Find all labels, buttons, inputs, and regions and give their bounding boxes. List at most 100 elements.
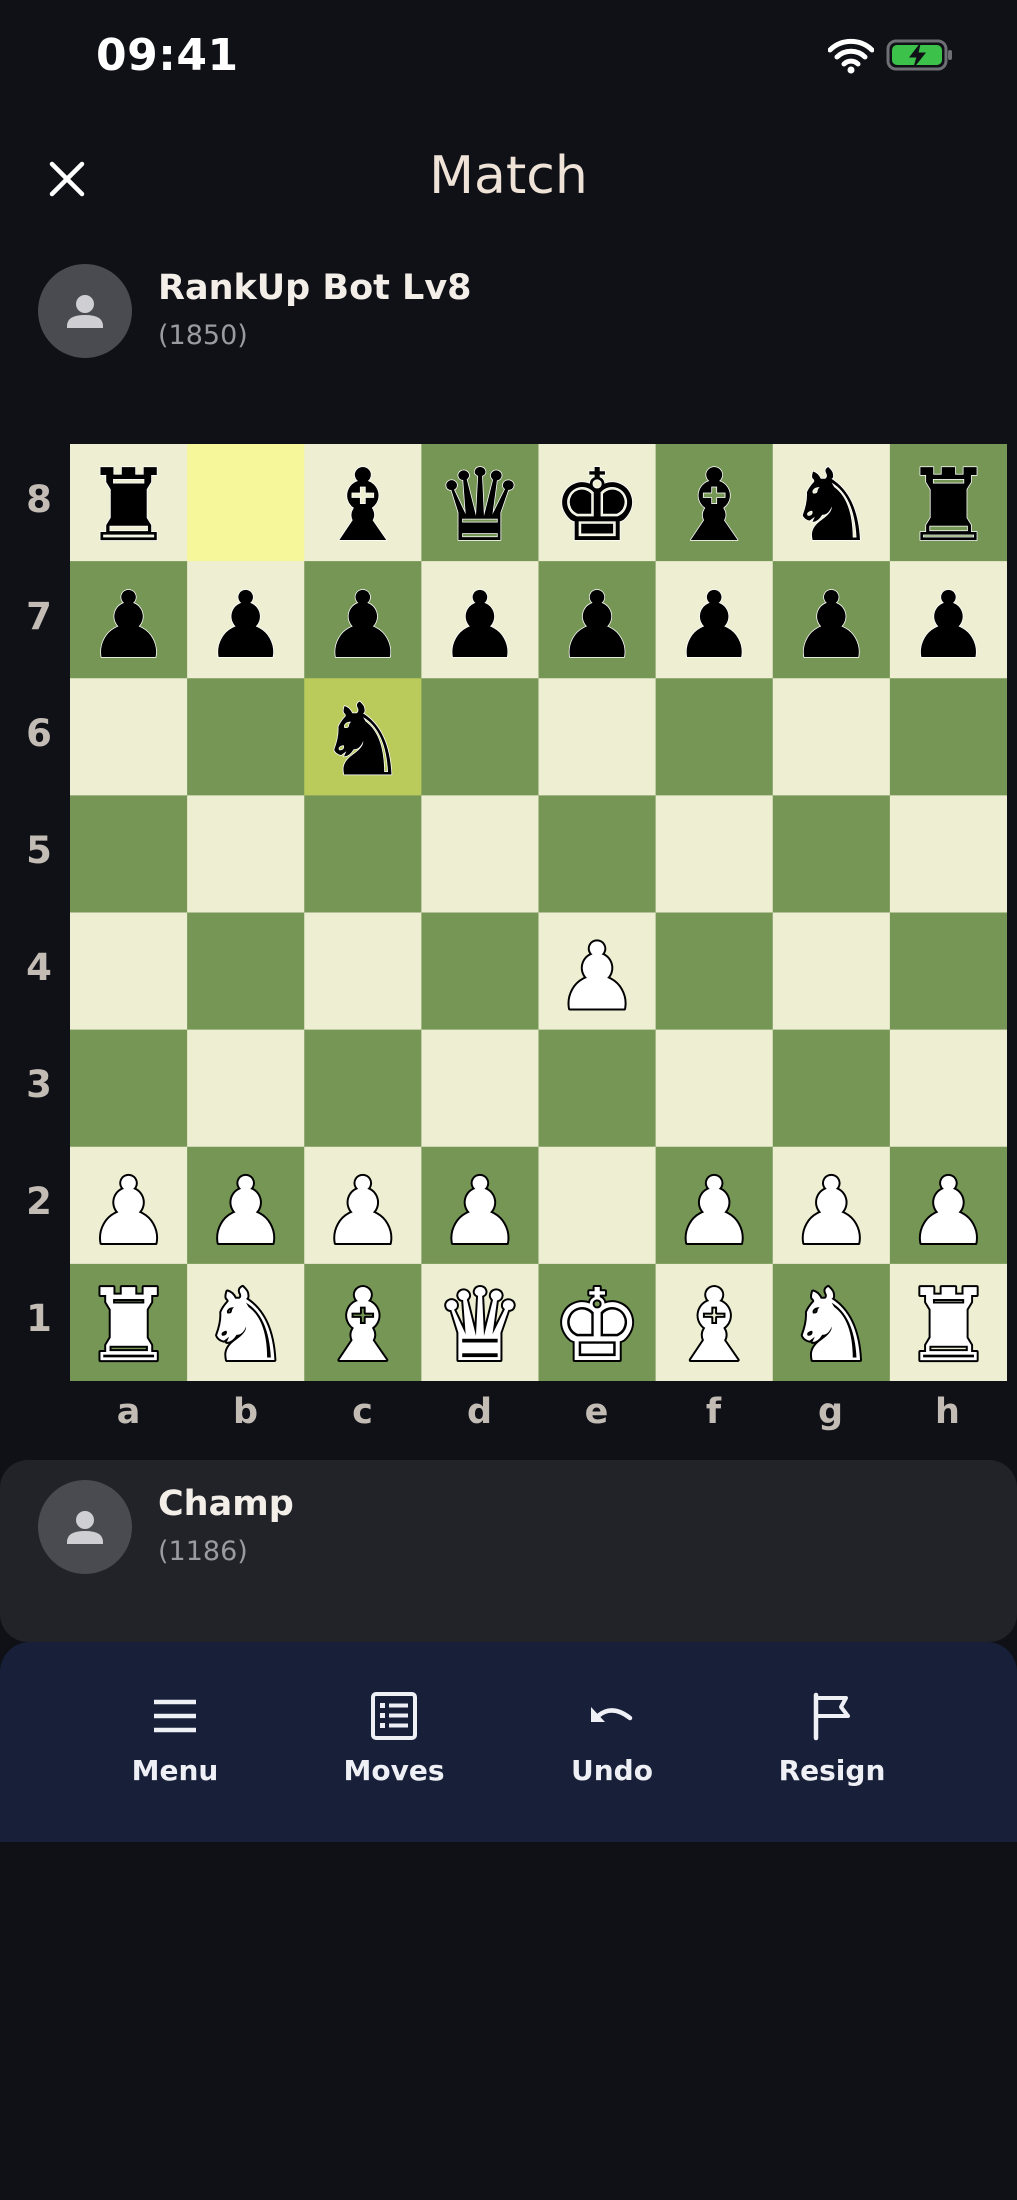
- square-b8[interactable]: [187, 444, 305, 562]
- resign-label: Resign: [778, 1754, 886, 1787]
- file-label-g: g: [817, 1392, 844, 1432]
- page-title: Match: [429, 146, 588, 206]
- opponent-avatar: [38, 264, 132, 358]
- square-d4[interactable]: [421, 912, 539, 1031]
- moves-list-icon: [371, 1692, 417, 1740]
- moves-button[interactable]: Moves: [304, 1690, 484, 1787]
- white-pawn-g2[interactable]: ♟: [788, 1156, 874, 1267]
- white-pawn-b2[interactable]: ♟: [202, 1156, 288, 1267]
- rank-label-1: 1: [26, 1297, 52, 1340]
- white-pawn-e4[interactable]: ♟: [554, 922, 640, 1033]
- square-e6[interactable]: [538, 678, 657, 796]
- black-knight-g8[interactable]: ♞: [786, 446, 877, 564]
- black-pawn-f7[interactable]: ♟: [672, 571, 756, 680]
- square-a6[interactable]: [70, 678, 188, 796]
- black-rook-h8[interactable]: ♜: [903, 446, 994, 564]
- square-b5[interactable]: [187, 795, 305, 913]
- white-pawn-c2[interactable]: ♟: [320, 1156, 406, 1267]
- black-pawn-h7[interactable]: ♟: [906, 571, 990, 680]
- undo-label: Undo: [571, 1754, 653, 1787]
- black-pawn-a7[interactable]: ♟: [87, 571, 171, 680]
- square-b4[interactable]: [187, 912, 305, 1031]
- square-b6[interactable]: [187, 678, 305, 796]
- rank-label-2: 2: [26, 1180, 52, 1223]
- menu-button[interactable]: Menu: [85, 1690, 265, 1787]
- square-f6[interactable]: [655, 678, 774, 796]
- file-label-a: a: [116, 1392, 141, 1432]
- square-h4[interactable]: [889, 912, 1007, 1031]
- flag-icon: [813, 1692, 850, 1741]
- black-bishop-c8[interactable]: ♝: [317, 446, 408, 564]
- square-c3[interactable]: [304, 1029, 422, 1148]
- resign-button[interactable]: Resign: [742, 1690, 922, 1787]
- file-label-f: f: [705, 1392, 722, 1432]
- file-label-d: d: [466, 1392, 493, 1432]
- square-h6[interactable]: [889, 678, 1007, 796]
- black-knight-c6[interactable]: ♞: [317, 681, 408, 800]
- white-knight-b1[interactable]: ♞: [199, 1265, 293, 1381]
- black-pawn-b7[interactable]: ♟: [204, 571, 288, 680]
- player-avatar: [38, 1480, 132, 1574]
- player-panel: [0, 1460, 1017, 1642]
- menu-label: Menu: [131, 1754, 219, 1787]
- white-pawn-a2[interactable]: ♟: [85, 1156, 171, 1267]
- file-label-c: c: [352, 1392, 373, 1432]
- white-pawn-f2[interactable]: ♟: [671, 1156, 757, 1267]
- player-name: Champ: [158, 1484, 294, 1524]
- square-e5[interactable]: [538, 795, 657, 913]
- square-g3[interactable]: [772, 1029, 891, 1148]
- black-pawn-e7[interactable]: ♟: [555, 571, 639, 680]
- undo-icon: [591, 1707, 633, 1722]
- white-rook-a1[interactable]: ♜: [82, 1265, 176, 1381]
- square-h3[interactable]: [889, 1029, 1007, 1148]
- menu-icon: [154, 1699, 196, 1733]
- square-f3[interactable]: [655, 1029, 774, 1148]
- square-b3[interactable]: [187, 1029, 305, 1148]
- rank-label-6: 6: [26, 712, 52, 755]
- opponent-name: RankUp Bot Lv8: [158, 268, 472, 308]
- white-pawn-d2[interactable]: ♟: [437, 1156, 523, 1267]
- person-icon: [67, 1511, 103, 1544]
- square-e2[interactable]: [538, 1146, 657, 1265]
- rank-label-7: 7: [26, 595, 52, 638]
- square-h5[interactable]: [889, 795, 1007, 913]
- black-rook-a8[interactable]: ♜: [83, 446, 174, 564]
- rank-label-4: 4: [26, 946, 52, 989]
- battery-charging-icon: [886, 39, 952, 71]
- square-g4[interactable]: [772, 912, 891, 1031]
- square-g6[interactable]: [772, 678, 891, 796]
- white-queen-d1[interactable]: ♛: [433, 1265, 527, 1381]
- square-a4[interactable]: [70, 912, 188, 1031]
- black-pawn-g7[interactable]: ♟: [789, 571, 873, 680]
- black-king-e8[interactable]: ♚: [551, 446, 642, 564]
- black-queen-d8[interactable]: ♛: [434, 446, 525, 564]
- rank-label-8: 8: [26, 478, 52, 521]
- square-g5[interactable]: [772, 795, 891, 913]
- square-d5[interactable]: [421, 795, 539, 913]
- black-pawn-c7[interactable]: ♟: [321, 571, 405, 680]
- person-icon: [67, 295, 103, 328]
- white-rook-h1[interactable]: ♜: [902, 1265, 996, 1381]
- white-king-e1[interactable]: ♚: [550, 1265, 644, 1381]
- white-bishop-c1[interactable]: ♝: [316, 1265, 410, 1381]
- square-d3[interactable]: [421, 1029, 539, 1148]
- square-c5[interactable]: [304, 795, 422, 913]
- white-bishop-f1[interactable]: ♝: [667, 1265, 761, 1381]
- white-pawn-h2[interactable]: ♟: [905, 1156, 991, 1267]
- square-e3[interactable]: [538, 1029, 657, 1148]
- square-a3[interactable]: [70, 1029, 188, 1148]
- chess-board[interactable]: ♜ ♝ ♛ ♚ ♝ ♞ ♜♟ ♟ ♟ ♟ ♟ ♟ ♟ ♟♞♟♟ ♟ ♟ ♟ ♟ ♟ ♟♜ ♞ ♝ ♛ ♚ ♝ ♞ ♜: [70, 444, 1007, 1381]
- square-c4[interactable]: [304, 912, 422, 1031]
- black-bishop-f8[interactable]: ♝: [669, 446, 760, 564]
- undo-button[interactable]: Undo: [522, 1690, 702, 1787]
- rank-label-3: 3: [26, 1063, 52, 1106]
- rank-label-5: 5: [26, 829, 52, 872]
- square-f5[interactable]: [655, 795, 774, 913]
- black-pawn-d7[interactable]: ♟: [438, 571, 522, 680]
- file-label-e: e: [584, 1392, 609, 1432]
- file-label-b: b: [232, 1392, 259, 1432]
- square-f4[interactable]: [655, 912, 774, 1031]
- square-a5[interactable]: [70, 795, 188, 913]
- white-knight-g1[interactable]: ♞: [784, 1265, 878, 1381]
- square-d6[interactable]: [421, 678, 539, 796]
